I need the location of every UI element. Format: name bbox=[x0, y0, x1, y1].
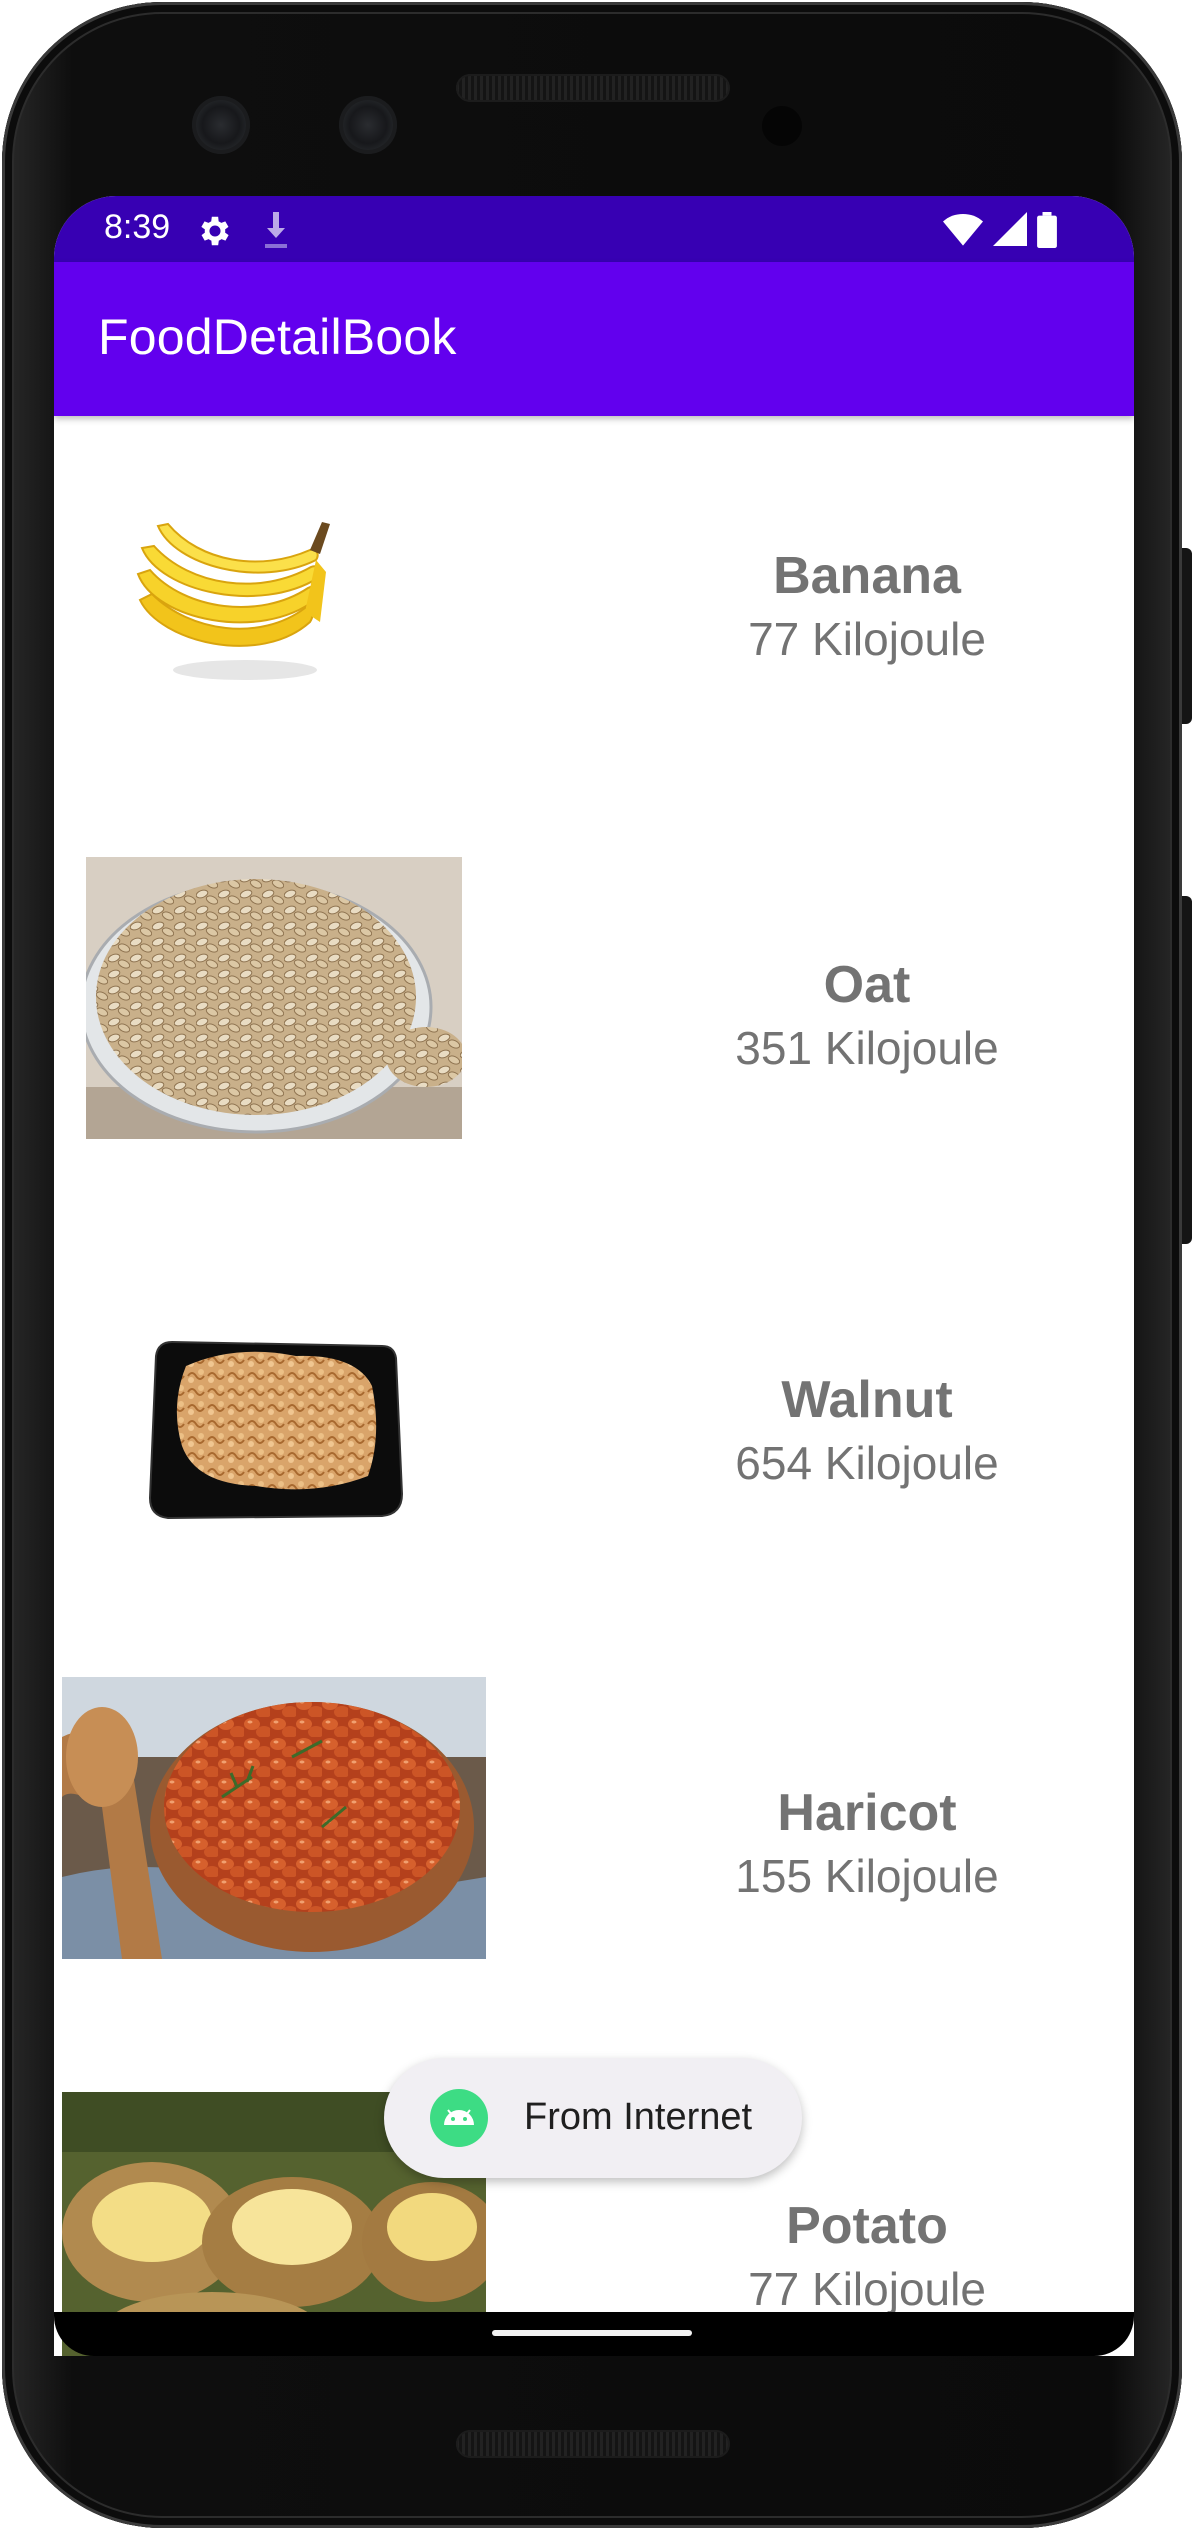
status-time: 8:39 bbox=[104, 208, 171, 246]
food-name: Walnut bbox=[781, 1371, 953, 1429]
power-button bbox=[1182, 548, 1192, 724]
status-bar: 8:39 bbox=[54, 196, 1134, 262]
food-name: Banana bbox=[773, 547, 961, 605]
list-item-banana[interactable]: Banana 77 Kilojoule bbox=[54, 416, 1134, 829]
food-name: Haricot bbox=[777, 1784, 957, 1842]
list-item-walnut[interactable]: Walnut 654 Kilojoule bbox=[54, 1242, 1134, 1655]
food-energy: 351 Kilojoule bbox=[735, 1022, 999, 1074]
front-camera-icon bbox=[192, 96, 250, 154]
earpiece-speaker bbox=[456, 74, 730, 102]
battery-icon bbox=[1037, 212, 1057, 248]
cell-signal-icon bbox=[992, 212, 1027, 246]
app-bar: FoodDetailBook bbox=[54, 262, 1134, 416]
walnut-image bbox=[146, 1336, 406, 1522]
list-item-haricot[interactable]: Haricot 155 Kilojoule bbox=[54, 1655, 1134, 2068]
food-energy: 155 Kilojoule bbox=[735, 1850, 999, 1902]
status-icons bbox=[939, 212, 1058, 248]
front-camera-icon bbox=[339, 96, 397, 154]
app-title: FoodDetailBook bbox=[98, 309, 457, 365]
proximity-sensor bbox=[762, 106, 802, 146]
toast-message: From Internet bbox=[524, 2096, 753, 2138]
download-icon bbox=[261, 210, 291, 255]
gesture-nav-handle[interactable] bbox=[492, 2330, 692, 2336]
oat-image bbox=[86, 857, 462, 1139]
food-name: Potato bbox=[786, 2197, 948, 2255]
settings-gear-icon bbox=[196, 212, 234, 255]
food-energy: 77 Kilojoule bbox=[748, 2263, 986, 2315]
wifi-icon bbox=[943, 214, 984, 246]
phone-frame: 8:39 FoodDetailBook Banana 77 Kilojoule … bbox=[0, 0, 1194, 2532]
food-energy: 77 Kilojoule bbox=[748, 613, 986, 665]
banana-image bbox=[130, 502, 330, 692]
screen: 8:39 FoodDetailBook Banana 77 Kilojoule … bbox=[54, 196, 1134, 2356]
haricot-image bbox=[62, 1677, 486, 1959]
list-item-oat[interactable]: Oat 351 Kilojoule bbox=[54, 829, 1134, 1242]
bottom-speaker bbox=[456, 2430, 730, 2458]
android-icon bbox=[430, 2089, 488, 2152]
toast: From Internet bbox=[384, 2058, 802, 2178]
food-name: Oat bbox=[823, 956, 911, 1014]
volume-button bbox=[1182, 896, 1192, 1244]
food-energy: 654 Kilojoule bbox=[735, 1437, 999, 1489]
